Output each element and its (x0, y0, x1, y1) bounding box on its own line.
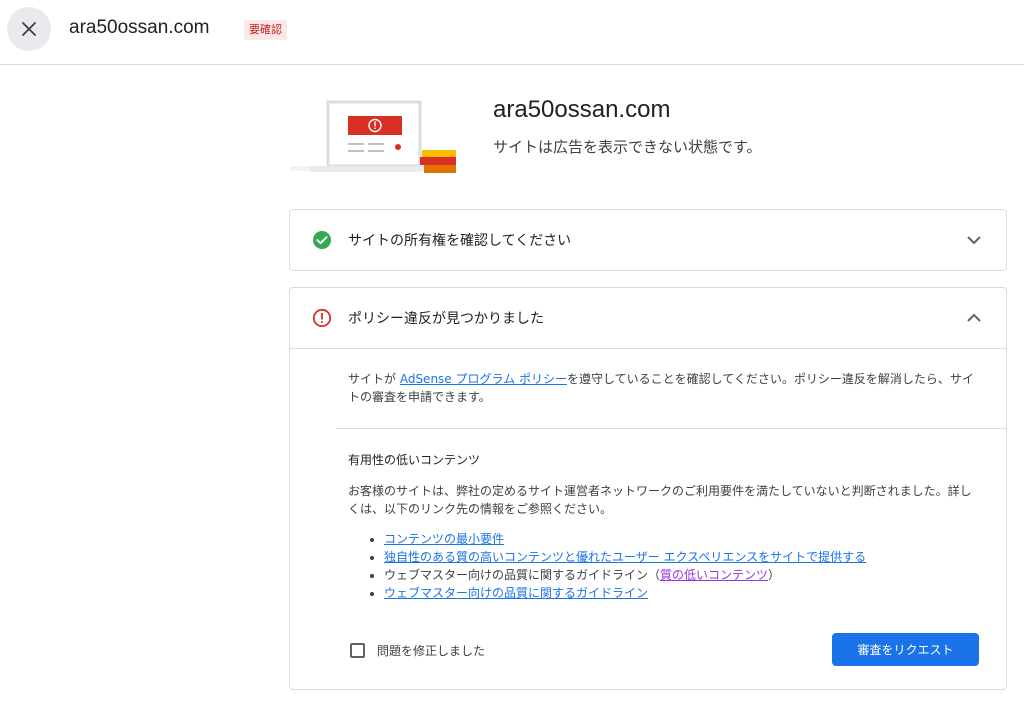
min-content-requirements-link[interactable]: コンテンツの最小要件 (384, 532, 504, 546)
low-quality-content-link[interactable]: 質の低いコンテンツ (660, 568, 768, 582)
check-circle-icon (313, 231, 331, 249)
close-icon (22, 22, 36, 36)
fixed-checkbox-label[interactable]: 問題を修正しました (377, 642, 485, 659)
list-item: ウェブマスター向けの品質に関するガイドライン（質の低いコンテンツ） (384, 566, 984, 584)
list-item: コンテンツの最小要件 (384, 530, 984, 548)
policy-intro-before: サイトが (348, 372, 400, 386)
adsense-policy-link[interactable]: AdSense プログラム ポリシー (400, 372, 567, 386)
status-badge: 要確認 (244, 20, 287, 40)
ownership-panel-header[interactable]: サイトの所有権を確認してください (290, 210, 1006, 270)
section-title: 有用性の低いコンテンツ (348, 453, 481, 467)
hero-subtitle: サイトは広告を表示できない状態です。 (493, 138, 762, 156)
quality-content-link[interactable]: 独自性のある質の高いコンテンツと優れたユーザー エクスペリエンスをサイトで提供す… (384, 550, 866, 564)
request-review-button[interactable]: 審査をリクエスト (832, 633, 979, 666)
policy-panel: ポリシー違反が見つかりました サイトが AdSense プログラム ポリシーを遵… (289, 287, 1007, 690)
guideline-text-end: ） (768, 568, 781, 582)
list-item: ウェブマスター向けの品質に関するガイドライン (384, 584, 984, 602)
site-name: ara50ossan.com (69, 17, 210, 38)
divider (336, 428, 1007, 429)
ownership-panel-title: サイトの所有権を確認してください (348, 233, 572, 249)
chevron-up-icon[interactable] (964, 308, 984, 328)
policy-panel-header[interactable]: ポリシー違反が見つかりました (290, 288, 1006, 349)
fixed-checkbox-row[interactable]: 問題を修正しました (350, 640, 485, 660)
policy-intro: サイトが AdSense プログラム ポリシーを遵守していることを確認してくださ… (348, 370, 978, 406)
guideline-text: ウェブマスター向けの品質に関するガイドライン（ (384, 568, 661, 582)
alert-circle-icon (312, 308, 332, 328)
close-button[interactable] (7, 7, 51, 51)
laptop-warning-illustration (290, 100, 456, 173)
policy-panel-title: ポリシー違反が見つかりました (348, 311, 544, 327)
chevron-down-icon[interactable] (964, 230, 984, 250)
fixed-checkbox[interactable] (350, 642, 365, 658)
top-bar: ara50ossan.com 要確認 (0, 0, 1024, 65)
hero-title: ara50ossan.com (493, 96, 671, 123)
ownership-panel: サイトの所有権を確認してください (289, 209, 1007, 271)
section-description: お客様のサイトは、弊社の定めるサイト運営者ネットワークのご利用要件を満たしていな… (348, 484, 972, 516)
webmaster-guidelines-link[interactable]: ウェブマスター向けの品質に関するガイドライン (384, 586, 648, 600)
requirements-list: コンテンツの最小要件 独自性のある質の高いコンテンツと優れたユーザー エクスペリ… (366, 530, 984, 602)
list-item: 独自性のある質の高いコンテンツと優れたユーザー エクスペリエンスをサイトで提供す… (384, 548, 984, 566)
